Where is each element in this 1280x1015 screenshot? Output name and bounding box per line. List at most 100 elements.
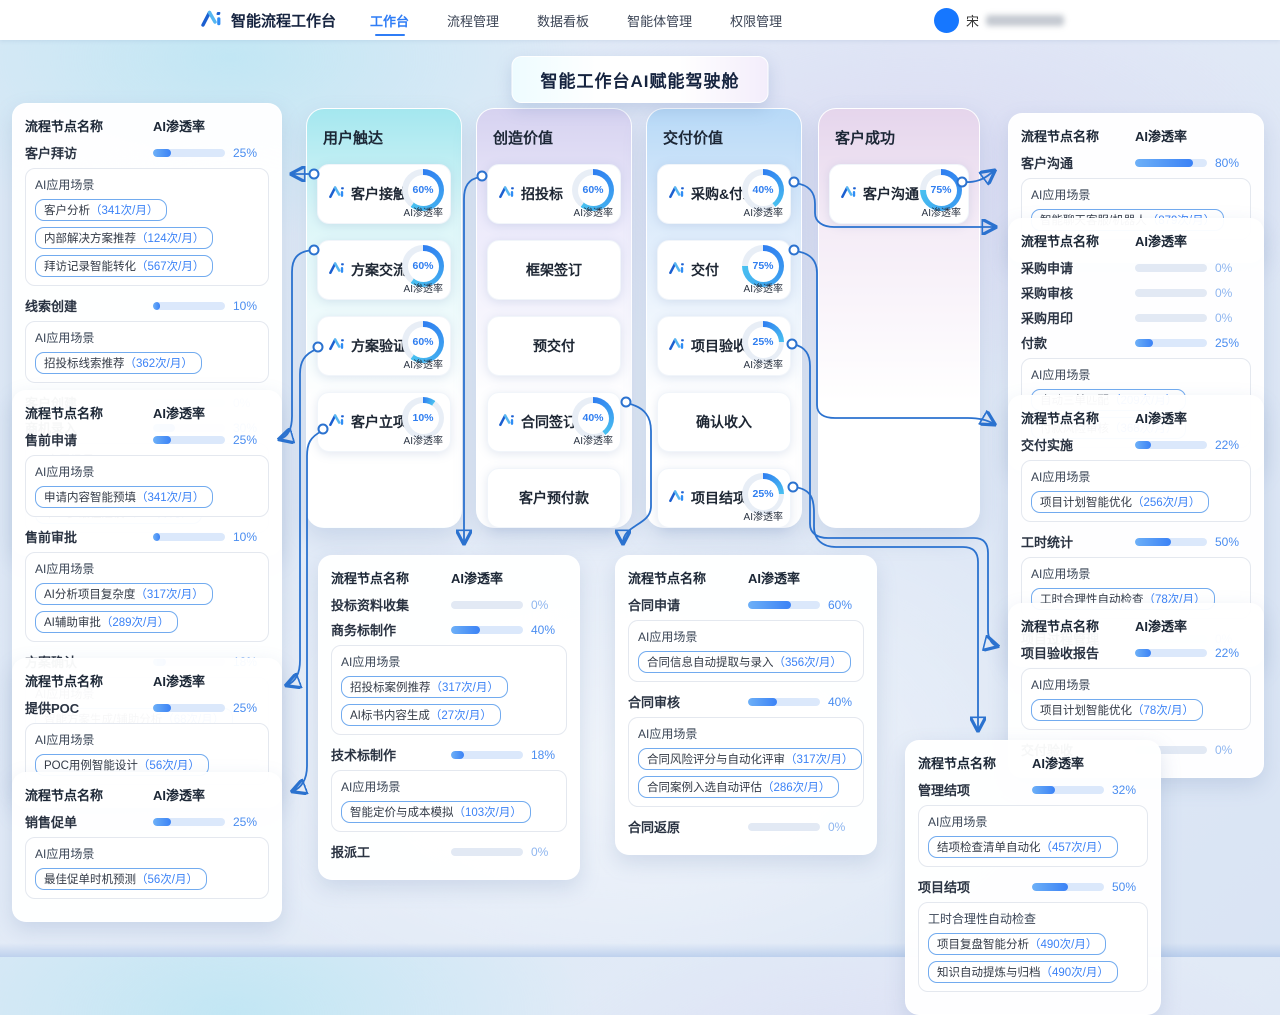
ai-scenario-tag[interactable]: 内部解决方案推荐（124次/月） — [35, 227, 213, 249]
donut-percent: 10% — [412, 412, 433, 424]
menu-item-4[interactable]: 权限管理 — [730, 0, 782, 40]
ai-scenario-tag[interactable]: 申请内容智能预填（341次/月） — [35, 486, 213, 508]
flow-node-2-3[interactable]: 确认收入 — [657, 392, 791, 452]
ai-scenario-tag[interactable]: AI标书内容生成（27次/月） — [341, 704, 501, 726]
process-node-row: 售前审批10% — [25, 527, 269, 546]
process-node-row: 项目结项50% — [918, 877, 1148, 896]
ai-scenario-tag[interactable]: 合同案例入选自动评估（286次/月） — [638, 776, 839, 798]
tag-count: （256次/月） — [1132, 494, 1200, 510]
ai-scenario-tag[interactable]: 结项检查清单自动化（457次/月） — [928, 836, 1118, 858]
avatar[interactable] — [934, 8, 959, 33]
ai-rate-progress-bar — [451, 626, 523, 634]
menu-item-0[interactable]: 工作台 — [370, 0, 409, 40]
detail-card-header: 流程节点名称AI渗透率 — [331, 568, 567, 587]
flow-node-name: 确认收入 — [696, 412, 752, 432]
process-node-row: 线索创建 10% — [25, 296, 269, 315]
tag-count: （286次/月） — [762, 779, 830, 795]
ai-rate-value: 50% — [1112, 880, 1148, 894]
flow-node-1-3[interactable]: 合同签订40%AI渗透率 — [487, 392, 621, 452]
detail-card-header: 流程节点名称AI渗透率 — [25, 785, 269, 804]
menu-item-3[interactable]: 智能体管理 — [627, 0, 692, 40]
ai-rate-progress-bar — [1135, 441, 1207, 449]
donut-percent: 60% — [412, 260, 433, 272]
ai-scenario-tag[interactable]: 合同风险评分与自动化评审（317次/月） — [638, 748, 862, 770]
ai-scenario-label: AI应用场景 — [35, 329, 259, 346]
tag-count: （317次/月） — [785, 751, 853, 767]
flow-node-1-1[interactable]: 框架签订 — [487, 240, 621, 300]
tag-text: AI分析项目复杂度 — [44, 586, 135, 602]
ai-scenario-box: AI应用场景招投标案例推荐（317次/月）AI标书内容生成（27次/月） — [331, 645, 567, 735]
ai-rate-progress-bar — [1135, 339, 1207, 347]
user-box[interactable]: 宋 — [934, 0, 1064, 40]
ai-rate-value: 22% — [1215, 646, 1251, 660]
progress-fill — [153, 302, 160, 310]
ai-rate-progress-bar — [451, 601, 523, 609]
process-node-name: 技术标制作 — [331, 745, 451, 764]
flow-node-0-0[interactable]: 客户接触60%AI渗透率 — [317, 164, 451, 224]
flow-node-0-3[interactable]: 客户立项10%AI渗透率 — [317, 392, 451, 452]
ai-rate-progress-bar — [1032, 786, 1104, 794]
progress-fill — [451, 751, 464, 759]
flow-node-2-4[interactable]: 项目结项25%AI渗透率 — [657, 468, 791, 528]
detail-card-header: 流程节点名称AI渗透率 — [25, 403, 269, 422]
ai-scenario-tag[interactable]: AI分析项目复杂度（317次/月） — [35, 583, 213, 605]
detail-card-header: 流程节点名称AI渗透率 — [918, 753, 1148, 772]
ai-scenario-tag[interactable]: 智能定价与成本模拟（103次/月） — [341, 801, 531, 823]
flow-node-2-0[interactable]: 采购&付款40%AI渗透率 — [657, 164, 791, 224]
menu-item-1[interactable]: 流程管理 — [447, 0, 499, 40]
donut-caption: AI渗透率 — [574, 204, 613, 219]
ai-scenario-tags: 最佳促单时机预测（56次/月） — [35, 868, 259, 890]
ai-scenario-tag[interactable]: AI辅助审批（289次/月） — [35, 611, 178, 633]
tag-text: POC用例智能设计 — [44, 757, 138, 773]
flow-node-0-1[interactable]: 方案交流60%AI渗透率 — [317, 240, 451, 300]
process-node-row: 客户拜访25% — [25, 143, 269, 162]
stage-title: 创造价值 — [493, 127, 615, 148]
ai-scenario-tag[interactable]: 招投标线索推荐（362次/月） — [35, 352, 202, 374]
flow-node-name: 项目验收 — [691, 336, 747, 356]
ai-scenario-tag[interactable]: 合同信息自动提取与录入（356次/月） — [638, 651, 851, 673]
ai-scenario-tag[interactable]: 客户分析（341次/月） — [35, 199, 167, 221]
tag-count: （490次/月） — [1029, 936, 1097, 952]
ai-scenario-tag[interactable]: 知识自动提炼与归档（490次/月） — [928, 961, 1118, 983]
tag-text: 招投标线索推荐 — [44, 355, 125, 371]
flow-node-label: 框架签订 — [488, 241, 620, 299]
ai-scenario-tag[interactable]: 最佳促单时机预测（56次/月） — [35, 868, 207, 890]
donut-caption: AI渗透率 — [404, 356, 443, 371]
ai-scenario-box: AI应用场景项目计划智能优化（256次/月） — [1021, 460, 1251, 522]
detail-card-header: 流程节点名称AI渗透率 — [25, 671, 269, 690]
flow-node-2-2[interactable]: 项目验收25%AI渗透率 — [657, 316, 791, 376]
flow-node-1-0[interactable]: 招投标60%AI渗透率 — [487, 164, 621, 224]
ai-scenario-box: AI应用场景最佳促单时机预测（56次/月） — [25, 837, 269, 899]
ai-scenario-tag[interactable]: 项目复盘智能分析（490次/月） — [928, 933, 1106, 955]
tag-text: AI标书内容生成 — [350, 707, 430, 723]
donut-hole: 25% — [748, 327, 779, 358]
ai-scenario-box: AI应用场景项目计划智能优化（78次/月） — [1021, 668, 1251, 730]
process-node-row: 客户沟通80% — [1021, 153, 1251, 172]
donut-percent: 60% — [582, 184, 603, 196]
flow-node-2-1[interactable]: 交付75%AI渗透率 — [657, 240, 791, 300]
process-node-name: 线索创建 — [25, 296, 153, 315]
ai-scenario-tags: 结项检查清单自动化（457次/月） — [928, 836, 1138, 858]
flow-node-1-2[interactable]: 预交付 — [487, 316, 621, 376]
menu-item-2[interactable]: 数据看板 — [537, 0, 589, 40]
ai-rate-value: 10% — [233, 299, 269, 313]
donut-caption: AI渗透率 — [744, 204, 783, 219]
column-header-ai-rate: AI渗透率 — [153, 403, 269, 422]
ai-scenario-tag[interactable]: 项目计划智能优化（256次/月） — [1031, 491, 1209, 513]
ai-scenario-box: AI应用场景客户分析（341次/月）内部解决方案推荐（124次/月）拜访记录智能… — [25, 168, 269, 286]
ai-scenario-tag[interactable]: 项目计划智能优化（78次/月） — [1031, 699, 1203, 721]
flow-node-0-2[interactable]: 方案验证60%AI渗透率 — [317, 316, 451, 376]
ai-scenario-tag[interactable]: 拜访记录智能转化（567次/月） — [35, 255, 213, 277]
flow-node-1-4[interactable]: 客户预付款 — [487, 468, 621, 528]
flow-node-label: 客户沟通 — [840, 165, 919, 223]
flow-node-label: 项目结项 — [668, 469, 747, 527]
ai-scenario-tag[interactable]: 招投标案例推荐（317次/月） — [341, 676, 508, 698]
tag-count: （124次/月） — [136, 230, 204, 246]
ai-rate-value: 60% — [828, 598, 864, 612]
ai-rate-value: 0% — [1215, 286, 1251, 300]
ai-logo-icon — [668, 337, 686, 356]
flow-node-3-0[interactable]: 客户沟通75%AI渗透率 — [829, 164, 969, 224]
tag-text: AI辅助审批 — [44, 614, 101, 630]
donut-caption: AI渗透率 — [404, 432, 443, 447]
ai-rate-progress-bar — [1135, 649, 1207, 657]
